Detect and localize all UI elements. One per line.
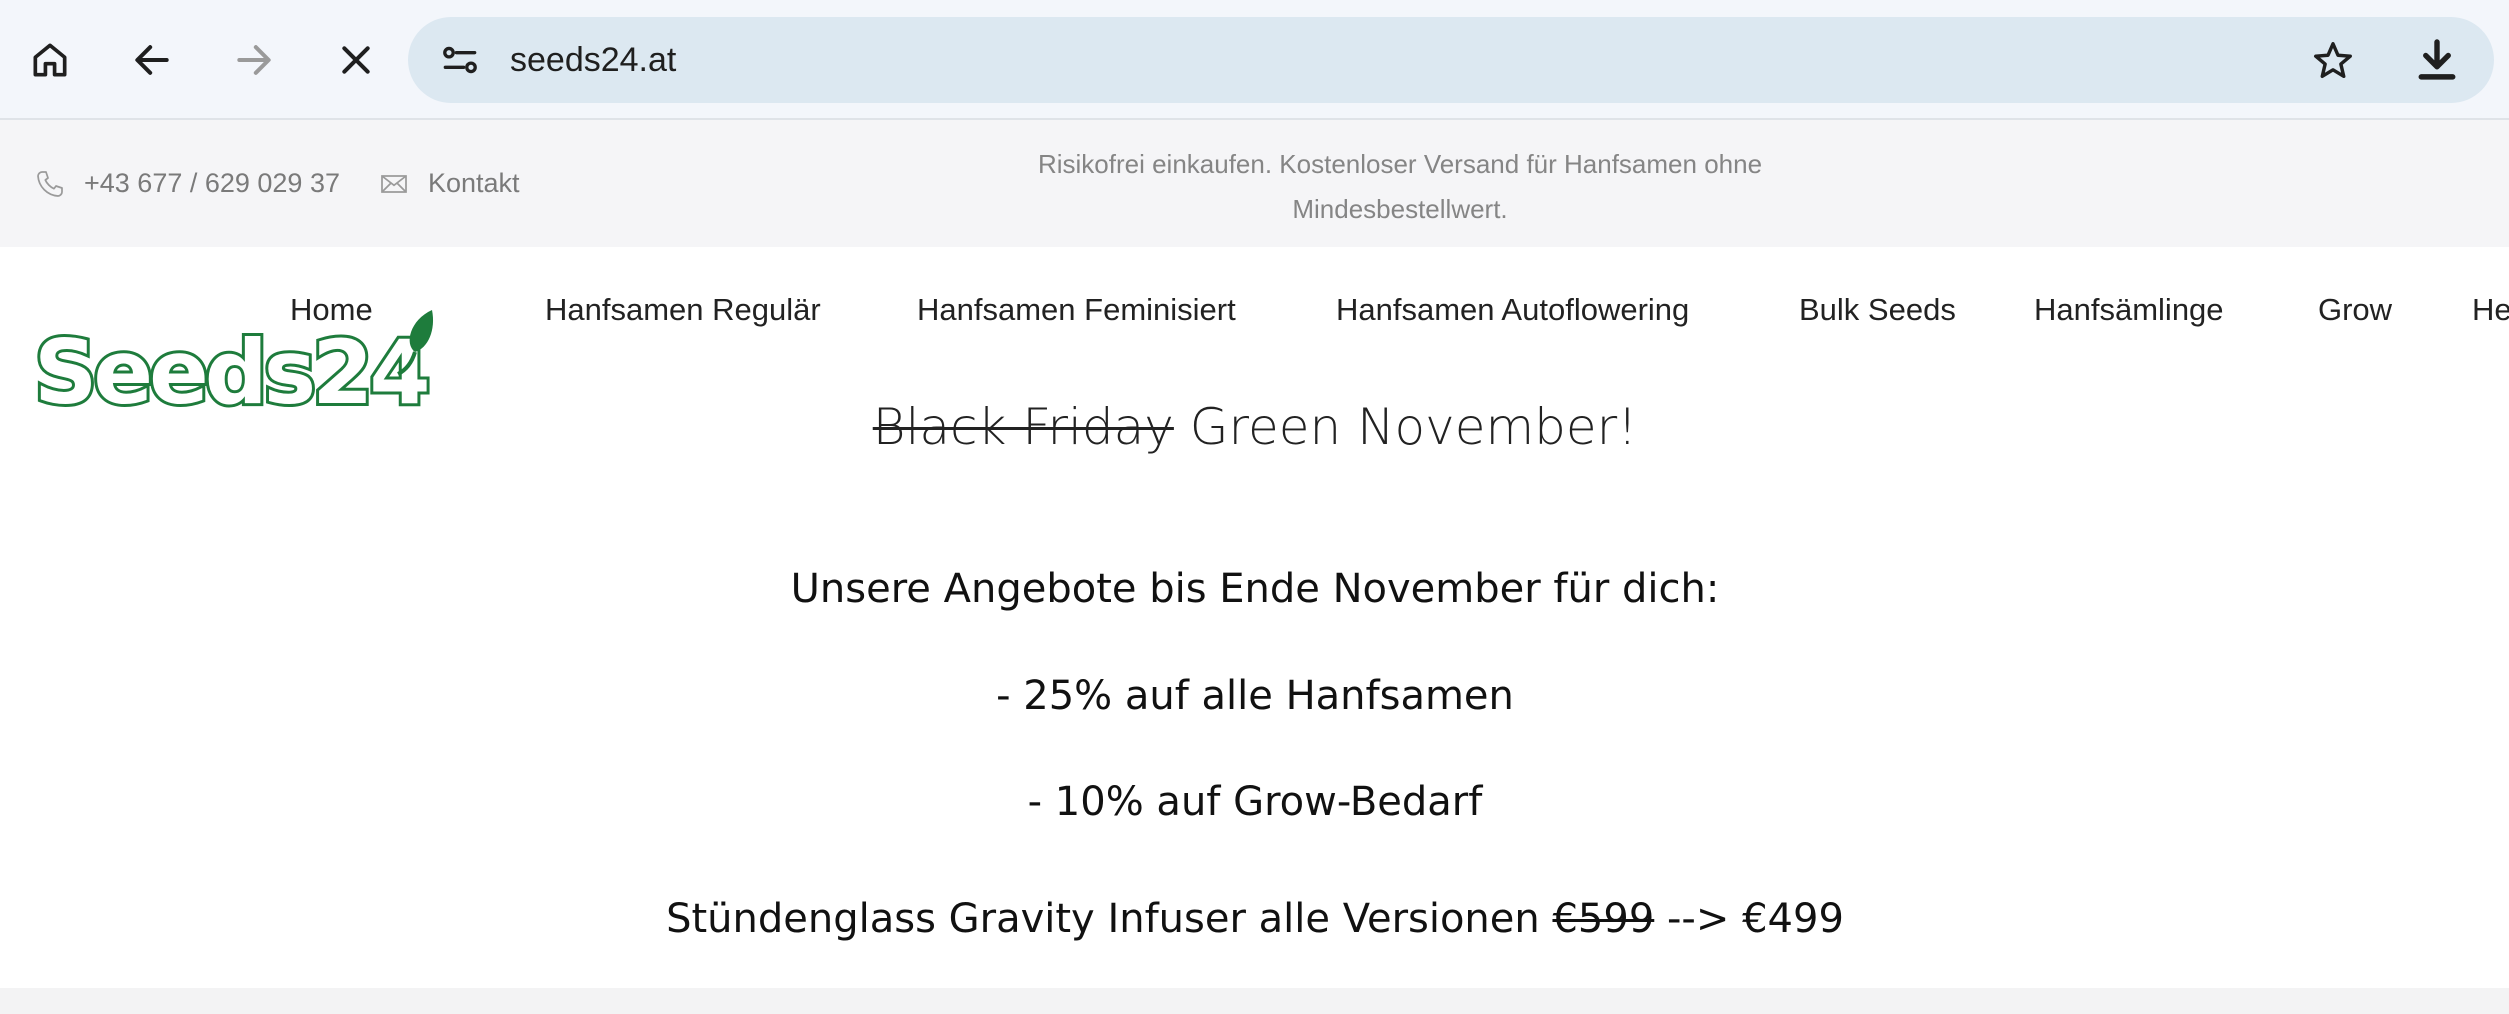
nav-home[interactable]: Home — [290, 290, 373, 330]
offer-hanfsamen: - 25% auf alle Hanfsamen — [996, 673, 1514, 719]
shipping-notice-line1: Risikofrei einkaufen. Kostenloser Versan… — [1037, 149, 1763, 179]
product-offer: Stündenglass Gravity Infuser alle Versio… — [0, 896, 2509, 942]
star-icon[interactable] — [2310, 38, 2356, 84]
top-info-bar: +43 677 / 629 029 37 Kontakt Risikofrei … — [0, 120, 2509, 247]
old-price: €599 — [1552, 896, 1655, 942]
nav-hanfsaemlinge[interactable]: Hanfsämlinge — [2034, 290, 2224, 330]
promo-title: Black Friday Green November! — [0, 398, 2509, 456]
nav-grow[interactable]: Grow — [2318, 290, 2392, 330]
tune-icon[interactable] — [438, 38, 482, 82]
back-arrow-icon — [135, 45, 169, 75]
url-text[interactable]: seeds24.at — [510, 17, 676, 103]
promo-title-rest: Green November! — [1189, 398, 1638, 456]
contact-label[interactable]: Kontakt — [428, 168, 520, 199]
contact-link[interactable]: Kontakt — [378, 120, 520, 247]
back-button[interactable] — [122, 30, 182, 90]
forward-button[interactable] — [224, 30, 284, 90]
stop-loading-button[interactable] — [326, 30, 386, 90]
download-icon[interactable] — [2410, 33, 2464, 87]
promo-intro: Unsere Angebote bis Ende November für di… — [790, 566, 1720, 612]
nav-hanfsamen-feminisiert[interactable]: Hanfsamen Feminisiert — [917, 290, 1236, 330]
page-bottom-edge — [0, 988, 2509, 1014]
price-arrow: --> — [1666, 896, 1730, 942]
nav-hanfsamen-autoflowering[interactable]: Hanfsamen Autoflowering — [1336, 290, 1689, 330]
close-icon — [342, 46, 370, 74]
home-icon — [33, 43, 67, 77]
promo-title-struck: Black Friday — [872, 398, 1174, 456]
home-button[interactable] — [20, 30, 80, 90]
leaf-icon — [409, 310, 434, 352]
envelope-icon — [381, 174, 407, 193]
forward-arrow-icon — [237, 45, 271, 75]
shipping-notice: Risikofrei einkaufen. Kostenloser Versan… — [990, 142, 1810, 232]
browser-toolbar: seeds24.at — [0, 0, 2509, 120]
offer-grow: - 10% auf Grow-Bedarf — [1027, 779, 1483, 825]
address-bar[interactable]: seeds24.at — [408, 17, 2494, 103]
phone-number[interactable]: +43 677 / 629 029 37 — [84, 168, 340, 199]
new-price: €499 — [1742, 896, 1844, 942]
nav-overflow-item[interactable]: He — [2472, 290, 2509, 330]
phone-icon — [37, 170, 63, 197]
product-name: Stündenglass Gravity Infuser alle Versio… — [666, 896, 1540, 942]
shipping-notice-line2: Mindesbestellwert. — [1292, 194, 1508, 224]
nav-bulk-seeds[interactable]: Bulk Seeds — [1799, 290, 1956, 330]
nav-hanfsamen-regulaer[interactable]: Hanfsamen Regulär — [545, 290, 821, 330]
phone-link[interactable]: +43 677 / 629 029 37 — [34, 120, 340, 247]
